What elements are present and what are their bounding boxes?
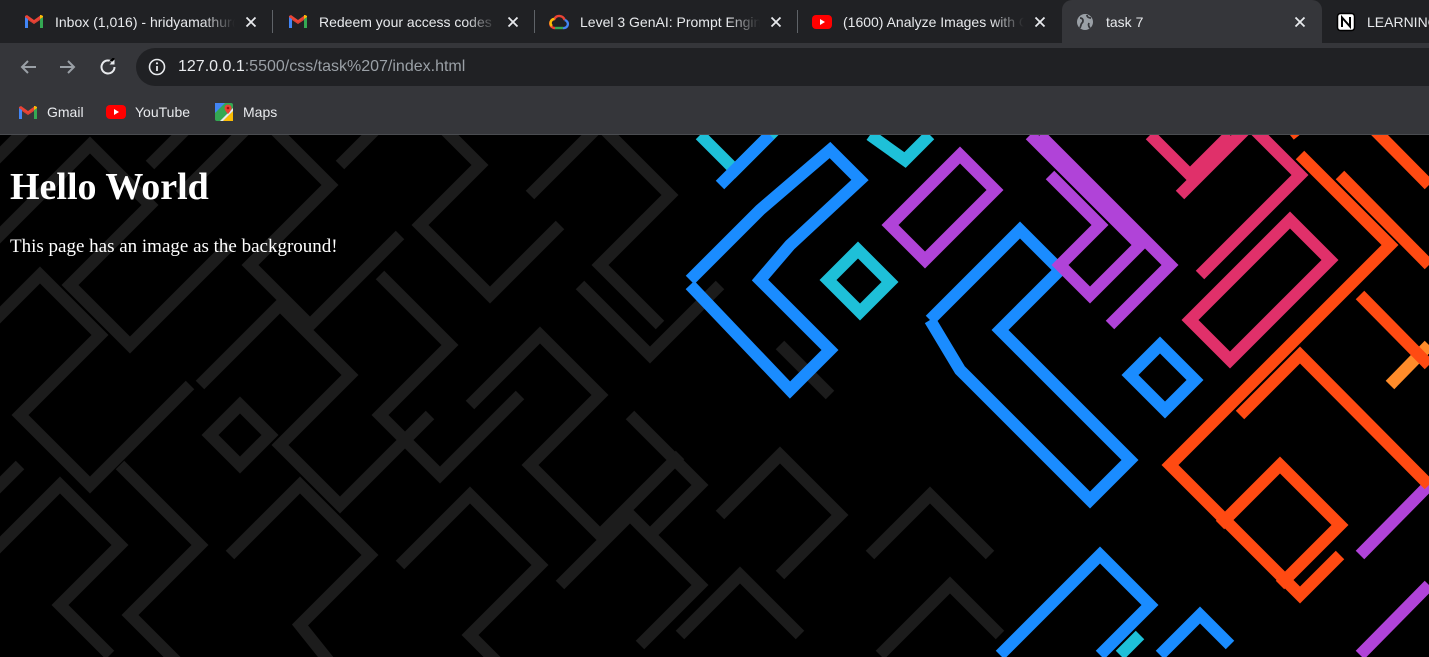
close-tab-icon[interactable] (768, 14, 784, 30)
url-text[interactable]: 127.0.0.1:5500/css/task%207/index.html (178, 58, 465, 76)
tab-youtube-video[interactable]: (1600) Analyze Images with Gemini (798, 0, 1062, 43)
tab-redeem-codes[interactable]: Redeem your access codes (273, 0, 535, 43)
close-tab-icon[interactable] (243, 14, 259, 30)
youtube-icon (106, 102, 126, 122)
tab-title: task 7 (1106, 13, 1144, 30)
tab-notion-learning[interactable]: LEARNING (1322, 0, 1429, 43)
tab-title: Inbox (1,016) - hridyamathur@gmail.com (55, 13, 235, 30)
bookmark-label: Maps (243, 104, 278, 120)
bookmark-youtube[interactable]: YouTube (106, 101, 190, 123)
bookmark-maps[interactable]: Maps (214, 101, 277, 123)
forward-arrow-icon[interactable] (56, 55, 80, 79)
google-maps-icon (214, 102, 234, 122)
tab-title: (1600) Analyze Images with Gemini (843, 13, 1024, 30)
page-heading: Hello World (10, 166, 209, 208)
globe-icon (1075, 12, 1095, 32)
browser-toolbar: 127.0.0.1:5500/css/task%207/index.html (0, 43, 1429, 91)
bookmark-label: YouTube (135, 104, 191, 120)
bookmarks-bar: Gmail YouTube Maps (0, 91, 1429, 135)
gmail-icon (18, 102, 38, 122)
address-bar[interactable]: 127.0.0.1:5500/css/task%207/index.html (136, 48, 1429, 86)
youtube-icon (812, 12, 832, 32)
close-tab-icon[interactable] (1032, 14, 1048, 30)
site-info-icon[interactable] (148, 58, 166, 76)
gmail-icon (24, 12, 44, 32)
tab-strip: Inbox (1,016) - hridyamathur@gmail.com R… (0, 0, 1429, 43)
reload-icon[interactable] (96, 55, 120, 79)
page-viewport: Hello World This page has an image as th… (0, 135, 1429, 657)
tab-title: Redeem your access codes (319, 13, 492, 30)
page-content: Hello World This page has an image as th… (0, 135, 348, 258)
url-host: 127.0.0.1 (178, 58, 245, 75)
close-tab-icon[interactable] (1292, 14, 1308, 30)
bookmark-gmail[interactable]: Gmail (18, 101, 84, 123)
tab-genai-course[interactable]: Level 3 GenAI: Prompt Engineering (535, 0, 798, 43)
gmail-icon (288, 12, 308, 32)
bookmark-label: Gmail (47, 104, 84, 120)
url-path: :5500/css/task%207/index.html (244, 58, 466, 75)
tab-title: Level 3 GenAI: Prompt Engineering (580, 13, 760, 30)
tab-task-7[interactable]: task 7 (1062, 0, 1322, 43)
back-arrow-icon[interactable] (16, 55, 40, 79)
google-cloud-icon (549, 12, 569, 32)
tab-title: LEARNING (1367, 13, 1429, 30)
close-tab-icon[interactable] (505, 14, 521, 30)
notion-icon (1336, 12, 1356, 32)
page-paragraph: This page has an image as the background… (10, 236, 338, 257)
tab-gmail-inbox[interactable]: Inbox (1,016) - hridyamathur@gmail.com (0, 0, 273, 43)
